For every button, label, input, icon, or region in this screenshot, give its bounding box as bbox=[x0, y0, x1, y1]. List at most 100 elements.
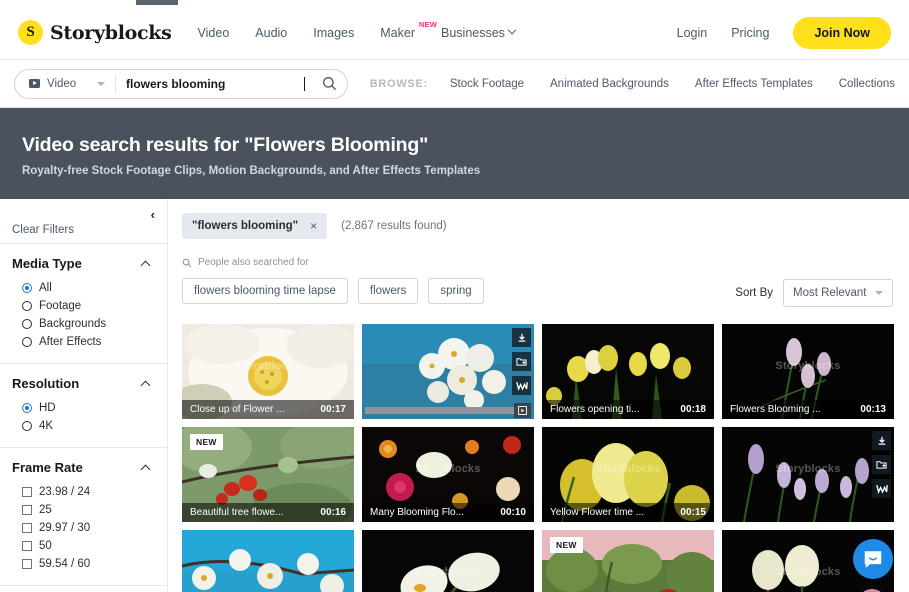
logo-text: Storyblocks bbox=[50, 21, 172, 44]
video-duration: 00:13 bbox=[860, 404, 886, 415]
logo[interactable]: S Storyblocks bbox=[18, 20, 172, 45]
search-type-label: Video bbox=[47, 77, 77, 90]
suggestion-chip-1[interactable]: flowers bbox=[357, 278, 419, 304]
video-card[interactable]: Storyblocks Flowers Blooming ... 00:13 bbox=[722, 324, 894, 419]
collapse-sidebar-icon[interactable]: ‹ bbox=[151, 207, 155, 222]
remove-tag-icon[interactable]: × bbox=[310, 219, 317, 233]
filter-option-label: 4K bbox=[39, 420, 54, 432]
radio-icon bbox=[22, 301, 32, 311]
filter-option-after-effects[interactable]: After Effects bbox=[12, 333, 155, 351]
filter-group-header[interactable]: Resolution bbox=[12, 376, 155, 391]
chevron-down-icon bbox=[507, 25, 517, 34]
filter-option-5954-60[interactable]: 59.54 / 60 bbox=[12, 555, 155, 573]
add-to-folder-icon[interactable] bbox=[872, 455, 891, 474]
filter-group-frame-rate: Frame Rate 23.98 / 24 25 29.97 / 30 50 5… bbox=[0, 448, 167, 586]
chevron-down-icon bbox=[97, 81, 105, 86]
checkbox-icon bbox=[22, 487, 32, 497]
browse-link-collections[interactable]: Collections bbox=[839, 78, 895, 90]
video-card-meta: Flowers Blooming ... 00:13 bbox=[722, 400, 894, 419]
video-card-meta: Flowers opening ti... 00:18 bbox=[542, 400, 714, 419]
site-header: S Storyblocks Video Audio Images Maker N… bbox=[0, 6, 909, 60]
search-type-dropdown[interactable]: Video bbox=[15, 78, 115, 90]
nav-item-maker[interactable]: Maker NEW bbox=[380, 20, 437, 40]
video-thumbnail bbox=[362, 530, 534, 592]
browse-label: BROWSE: bbox=[369, 77, 428, 90]
main-nav: Video Audio Images Maker NEW Businesses bbox=[198, 20, 517, 40]
filter-group-title: Frame Rate bbox=[12, 460, 83, 475]
checkbox-icon bbox=[22, 523, 32, 533]
search-box: Video bbox=[14, 68, 348, 99]
people-also-searched: People also searched for bbox=[182, 257, 893, 268]
preview-play-icon[interactable] bbox=[514, 403, 531, 418]
video-card-hovered[interactable]: Storyblocks bbox=[722, 427, 894, 522]
checkbox-icon bbox=[22, 541, 32, 551]
video-card-hovered[interactable] bbox=[362, 324, 534, 419]
filter-option-hd[interactable]: HD bbox=[12, 399, 155, 417]
storyblocks-logo-icon[interactable] bbox=[512, 376, 531, 395]
chevron-up-icon bbox=[140, 380, 151, 390]
download-icon[interactable] bbox=[872, 431, 891, 450]
filter-option-backgrounds[interactable]: Backgrounds bbox=[12, 315, 155, 333]
chat-widget-button[interactable] bbox=[853, 539, 893, 579]
filter-group-header[interactable]: Media Type bbox=[12, 256, 155, 271]
video-card[interactable]: NEW Beautiful tree flowe... 00:16 bbox=[182, 427, 354, 522]
results-count: (2,867 results found) bbox=[341, 220, 447, 232]
video-card-meta: Yellow Flower time ... 00:15 bbox=[542, 503, 714, 522]
nav-item-audio[interactable]: Audio bbox=[255, 26, 287, 40]
video-card[interactable]: Storyblocks Close up of Flower ... 00:17 bbox=[182, 324, 354, 419]
search-icon bbox=[182, 258, 192, 267]
sort-by-select[interactable]: Most Relevant bbox=[783, 279, 893, 307]
browse-link-stock-footage[interactable]: Stock Footage bbox=[450, 78, 524, 90]
join-now-button[interactable]: Join Now bbox=[793, 16, 891, 49]
page-title: Video search results for "Flowers Bloomi… bbox=[22, 134, 429, 156]
video-card[interactable]: Storyblocks Yellow Flower time ... 00:15 bbox=[542, 427, 714, 522]
radio-icon bbox=[22, 403, 32, 413]
radio-icon bbox=[22, 319, 32, 329]
nav-item-images[interactable]: Images bbox=[313, 26, 354, 40]
filter-group-header[interactable]: Frame Rate bbox=[12, 460, 155, 475]
video-card-meta: Beautiful tree flowe... 00:16 bbox=[182, 503, 354, 522]
filter-option-label: Backgrounds bbox=[39, 318, 107, 330]
login-link[interactable]: Login bbox=[677, 26, 708, 40]
video-card[interactable]: NEW bbox=[542, 530, 714, 592]
video-card[interactable]: Flowers opening ti... 00:18 bbox=[542, 324, 714, 419]
suggestion-chip-0[interactable]: flowers blooming time lapse bbox=[182, 278, 348, 304]
suggestion-chip-2[interactable]: spring bbox=[428, 278, 484, 304]
add-to-folder-icon[interactable] bbox=[512, 352, 531, 371]
video-card[interactable]: Storyblocks Many Blooming Flo... 00:10 bbox=[362, 427, 534, 522]
chevron-up-icon bbox=[140, 260, 151, 270]
radio-icon bbox=[22, 337, 32, 347]
search-input[interactable] bbox=[116, 76, 304, 91]
page-subtitle: Royalty-free Stock Footage Clips, Motion… bbox=[22, 165, 481, 177]
nav-item-businesses[interactable]: Businesses bbox=[441, 25, 517, 40]
filter-option-4k[interactable]: 4K bbox=[12, 417, 155, 435]
video-title: Many Blooming Flo... bbox=[370, 507, 464, 518]
filter-option-label: HD bbox=[39, 402, 56, 414]
filter-option-footage[interactable]: Footage bbox=[12, 297, 155, 315]
browse-link-after-effects-templates[interactable]: After Effects Templates bbox=[695, 78, 813, 90]
browse-link-animated-backgrounds[interactable]: Animated Backgrounds bbox=[550, 78, 669, 90]
filter-option-2997-30[interactable]: 29.97 / 30 bbox=[12, 519, 155, 537]
filter-option-25[interactable]: 25 bbox=[12, 501, 155, 519]
video-card[interactable] bbox=[182, 530, 354, 592]
video-scrubber[interactable] bbox=[365, 403, 531, 418]
clear-filters-button[interactable]: Clear Filters bbox=[12, 224, 74, 236]
search-row: Video BROWSE: Stock Footage Animated Bac… bbox=[0, 60, 909, 108]
search-submit-button[interactable] bbox=[313, 76, 347, 91]
video-title: Close up of Flower ... bbox=[190, 404, 285, 415]
video-card[interactable]: Storyblocks bbox=[362, 530, 534, 592]
video-card-actions bbox=[512, 328, 531, 395]
video-thumbnail bbox=[722, 427, 894, 522]
storyblocks-s-icon: S bbox=[18, 20, 43, 45]
filter-option-all[interactable]: All bbox=[12, 279, 155, 297]
download-icon[interactable] bbox=[512, 328, 531, 347]
browse-links: Stock Footage Animated Backgrounds After… bbox=[450, 78, 895, 90]
pricing-link[interactable]: Pricing bbox=[731, 26, 769, 40]
results-main: "flowers blooming" × (2,867 results foun… bbox=[168, 199, 909, 592]
storyblocks-logo-icon[interactable] bbox=[872, 479, 891, 498]
nav-item-video[interactable]: Video bbox=[198, 26, 230, 40]
chevron-down-icon bbox=[875, 291, 883, 295]
filter-option-2398-24[interactable]: 23.98 / 24 bbox=[12, 483, 155, 501]
search-icon bbox=[323, 77, 337, 91]
filter-option-50[interactable]: 50 bbox=[12, 537, 155, 555]
